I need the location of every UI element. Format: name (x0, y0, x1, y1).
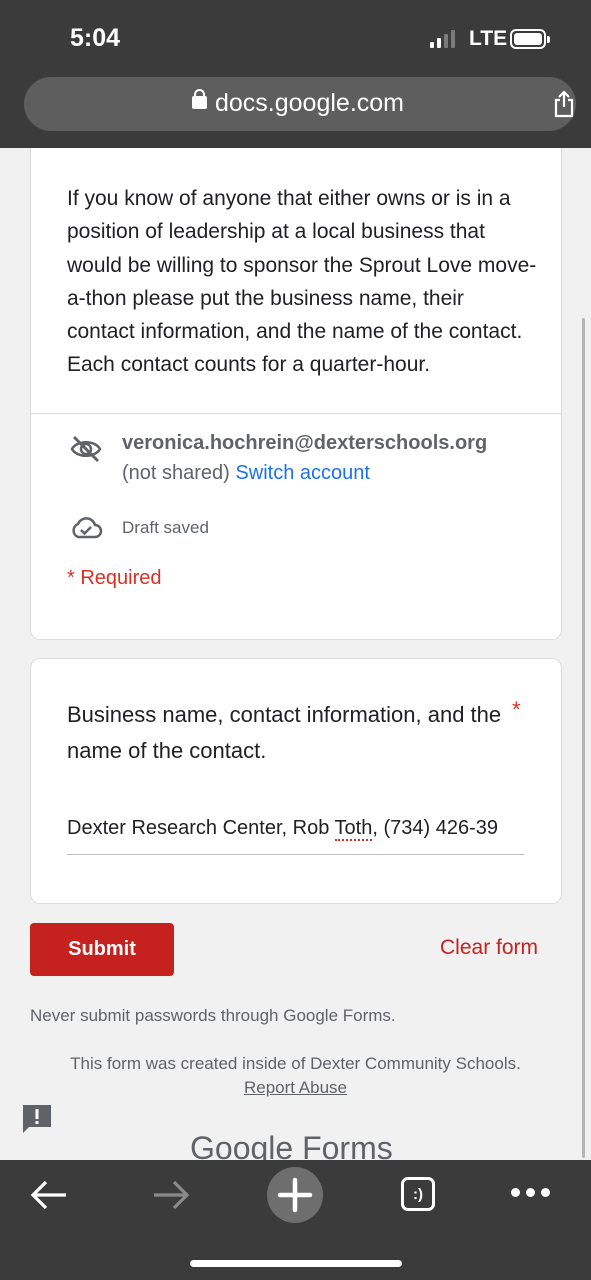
network-type: LTE (469, 27, 508, 50)
plus-icon (277, 1177, 313, 1213)
browser-top-chrome: 5:04 LTE docs.google.com (0, 0, 591, 148)
address-bar[interactable]: docs.google.com (24, 77, 576, 131)
form-title-cutoff: Information (69, 148, 269, 149)
spellcheck-word: Toth (334, 817, 373, 841)
status-time: 5:04 (70, 24, 121, 52)
question-label: Business name, contact information, and … (67, 702, 502, 763)
question-card: Business name, contact information, and … (30, 658, 562, 904)
more-menu-icon[interactable] (511, 1188, 550, 1197)
answer-text-part: Dexter Research Center, Rob (67, 817, 335, 839)
logo-forms: Forms (302, 1130, 393, 1160)
scrollbar[interactable] (582, 318, 585, 1158)
page-content: Information If you know of anyone that e… (0, 148, 591, 1160)
created-by-note: This form was created inside of Dexter C… (70, 1054, 521, 1073)
eye-off-icon (70, 436, 102, 462)
browser-toolbar: :) (0, 1160, 591, 1280)
draft-status: Draft saved (122, 518, 209, 537)
form-description: If you know of anyone that either owns o… (67, 187, 537, 377)
lock-icon (192, 89, 207, 109)
back-arrow-icon[interactable] (30, 1178, 68, 1212)
share-icon[interactable] (552, 90, 576, 118)
form-header-card: Information If you know of anyone that e… (30, 148, 562, 640)
google-forms-logo: Google Forms (190, 1130, 393, 1160)
cloud-done-icon (72, 517, 103, 539)
url-text: docs.google.com (215, 89, 405, 117)
feedback-icon[interactable] (21, 1103, 53, 1135)
report-abuse-link[interactable]: Report Abuse (0, 1078, 591, 1098)
logo-google: Google (190, 1130, 294, 1160)
submit-button[interactable]: Submit (30, 923, 174, 976)
required-note: * Required (67, 567, 162, 589)
not-shared-label: (not shared) (122, 462, 230, 484)
required-star: * (512, 697, 521, 722)
password-warning: Never submit passwords through Google Fo… (30, 1006, 396, 1025)
divider (31, 413, 561, 414)
new-tab-button[interactable] (267, 1167, 323, 1223)
forward-arrow-icon[interactable] (152, 1178, 190, 1212)
tabs-button[interactable]: :) (401, 1177, 435, 1211)
account-email: veronica.hochrein@dexterschools.org (122, 432, 488, 454)
clear-form-button[interactable]: Clear form (440, 936, 538, 960)
home-indicator[interactable] (190, 1260, 402, 1267)
battery-icon (510, 29, 550, 49)
signal-icon (430, 30, 455, 48)
answer-input[interactable]: Dexter Research Center, Rob Toth, (734) … (67, 817, 524, 855)
switch-account-link[interactable]: Switch account (235, 462, 370, 484)
account-privacy-line: (not shared) Switch account (122, 462, 370, 485)
answer-text-part: , (734) 426-39 (372, 817, 498, 839)
